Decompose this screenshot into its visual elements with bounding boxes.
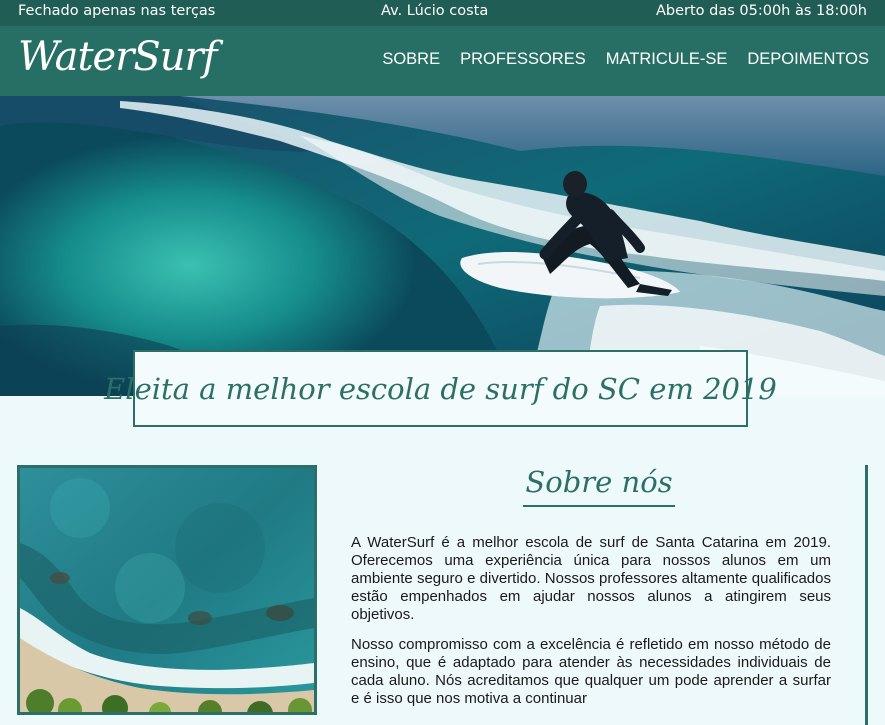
nav-link-professores[interactable]: PROFESSORES: [460, 50, 586, 69]
about-text: A WaterSurf é a melhor escola de surf de…: [351, 534, 831, 720]
nav-link-depoimentos[interactable]: DEPOIMENTOS: [747, 50, 869, 69]
opening-hours-text: Aberto das 05:00h às 18:00h: [655, 3, 867, 19]
about-paragraph-2: Nosso compromisso com a excelência é ref…: [351, 636, 831, 707]
award-text: Eleita a melhor escola de surf do SC em …: [104, 371, 777, 406]
address-text: Av. Lúcio costa: [381, 3, 489, 19]
nav-link-matricule-se[interactable]: MATRICULE-SE: [606, 50, 728, 69]
nav-link-sobre[interactable]: SOBRE: [382, 50, 440, 69]
main-nav: SOBRE PROFESSORES MATRICULE-SE DEPOIMENT…: [362, 50, 869, 69]
site-logo[interactable]: WaterSurf: [18, 34, 217, 80]
beach-aerial-photo: [17, 465, 317, 715]
site-header: WaterSurf SOBRE PROFESSORES MATRICULE-SE…: [0, 26, 885, 96]
info-bar: Fechado apenas nas terças Av. Lúcio cost…: [0, 0, 885, 26]
about-paragraph-1: A WaterSurf é a melhor escola de surf de…: [351, 534, 831, 623]
about-section: Sobre nós A WaterSurf é a melhor escola …: [333, 465, 868, 725]
closing-day-text: Fechado apenas nas terças: [18, 3, 216, 19]
about-heading: Sobre nós: [333, 465, 865, 507]
award-banner: Eleita a melhor escola de surf do SC em …: [104, 350, 777, 427]
